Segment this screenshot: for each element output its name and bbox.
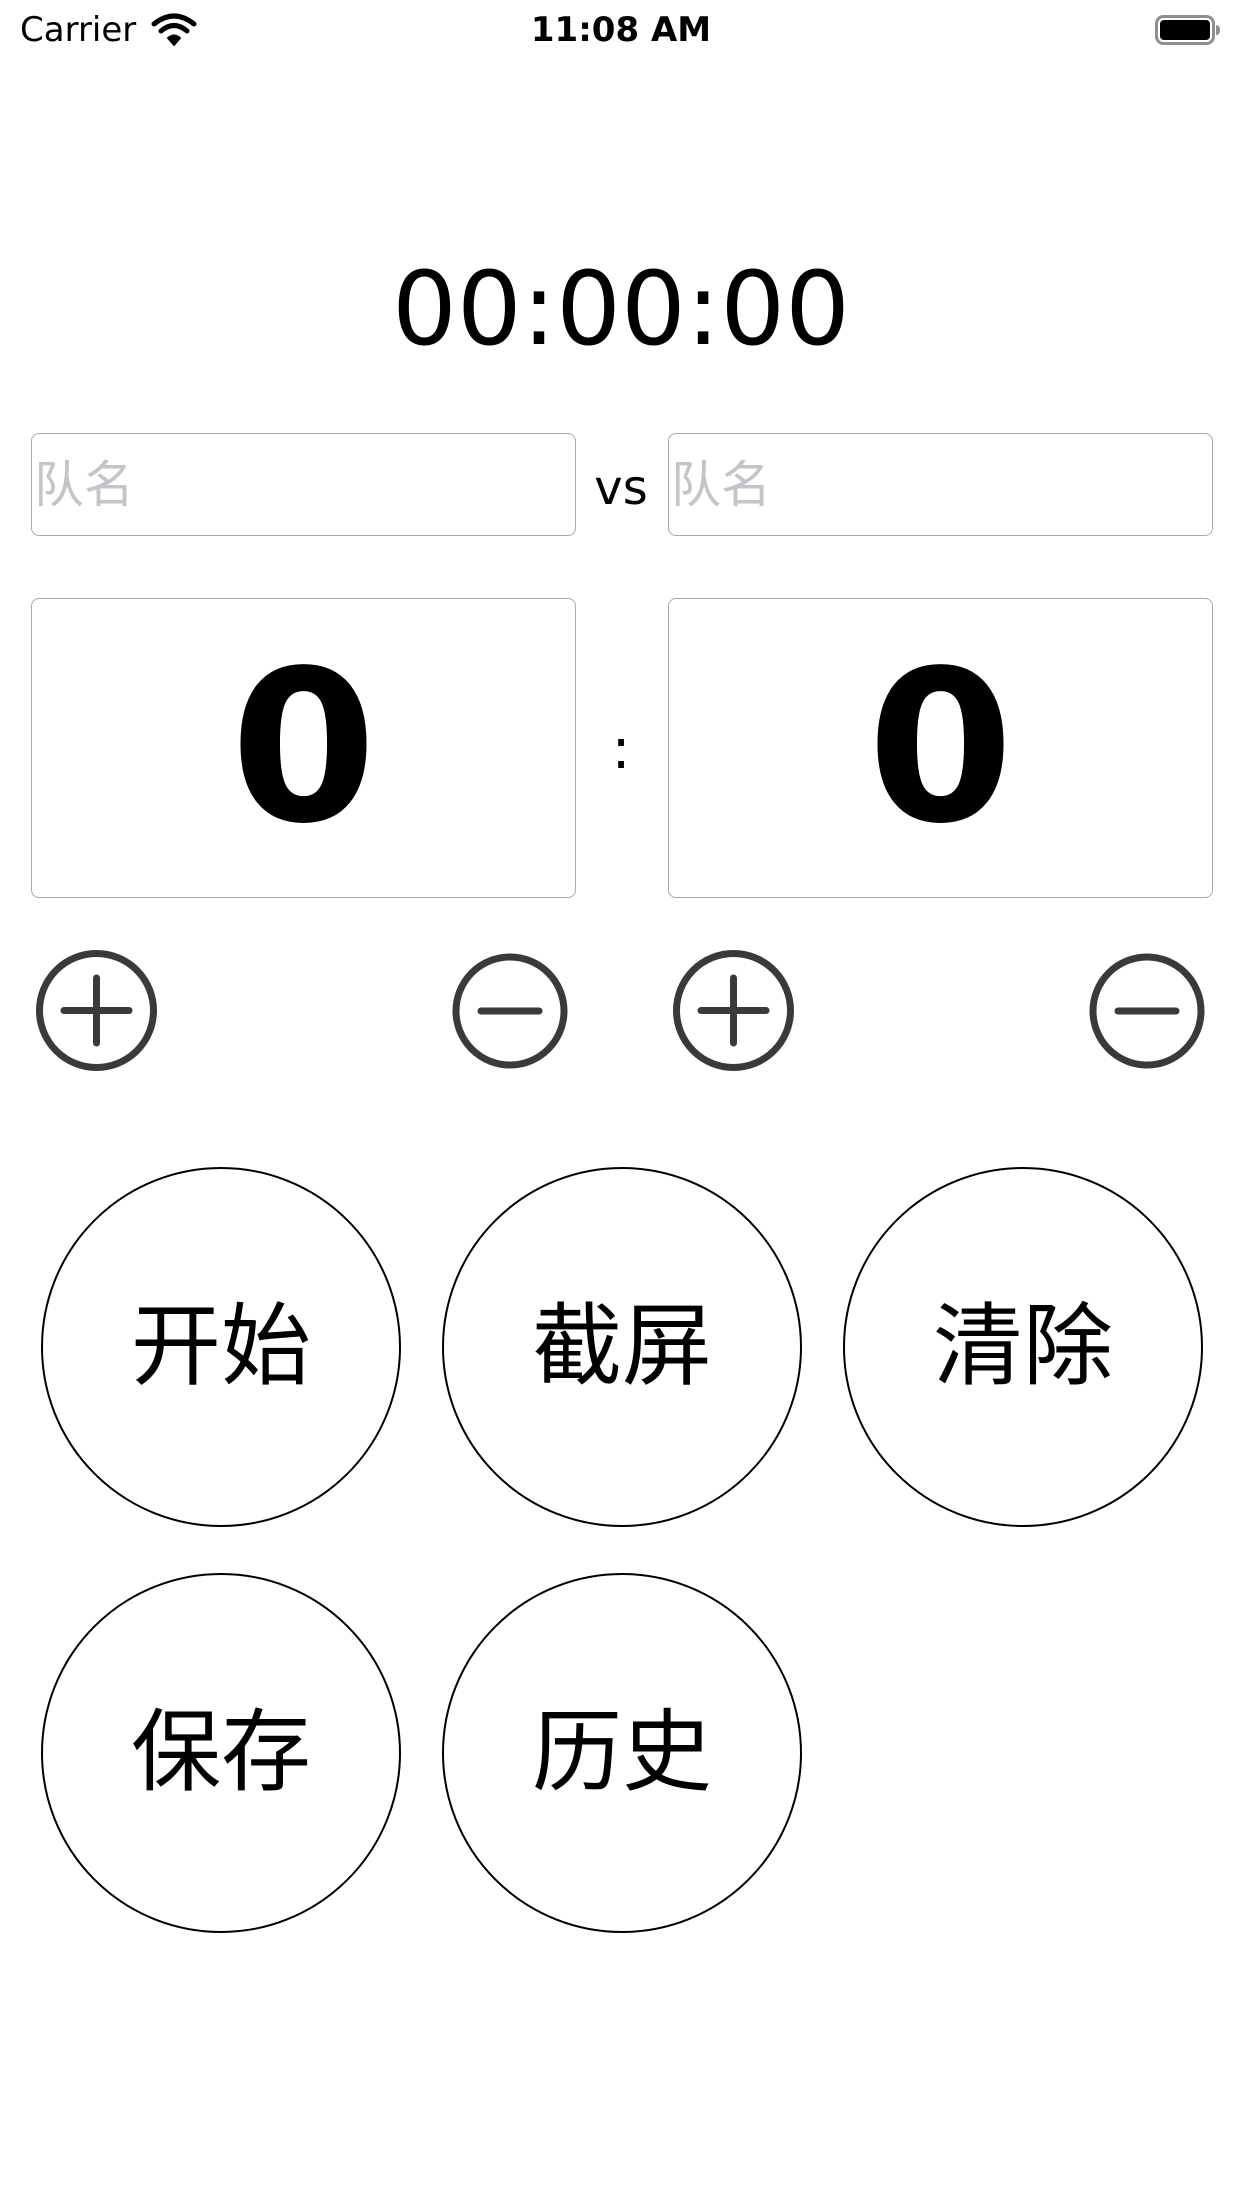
left-minus-icon[interactable] (451, 952, 569, 1070)
vs-label: vs (594, 460, 648, 516)
right-plus-icon[interactable] (671, 948, 796, 1073)
right-minus-icon[interactable] (1088, 952, 1206, 1070)
right-score-display: 0 (668, 598, 1213, 898)
left-score-display: 0 (31, 598, 576, 898)
start-button[interactable]: 开始 (41, 1167, 401, 1527)
screenshot-button[interactable]: 截屏 (442, 1167, 802, 1527)
left-team-name-input[interactable] (31, 433, 576, 536)
battery-icon (1155, 15, 1220, 45)
left-plus-icon[interactable] (34, 948, 159, 1073)
battery-level (1160, 20, 1210, 40)
status-time: 11:08 AM (530, 10, 712, 50)
right-team-name-input[interactable] (668, 433, 1213, 536)
history-button[interactable]: 历史 (442, 1573, 802, 1933)
save-button[interactable]: 保存 (41, 1573, 401, 1933)
match-timer: 00:00:00 (391, 250, 851, 369)
clear-button[interactable]: 清除 (843, 1167, 1203, 1527)
status-bar: Carrier 11:08 AM (0, 0, 1242, 60)
score-separator: : (611, 717, 631, 782)
